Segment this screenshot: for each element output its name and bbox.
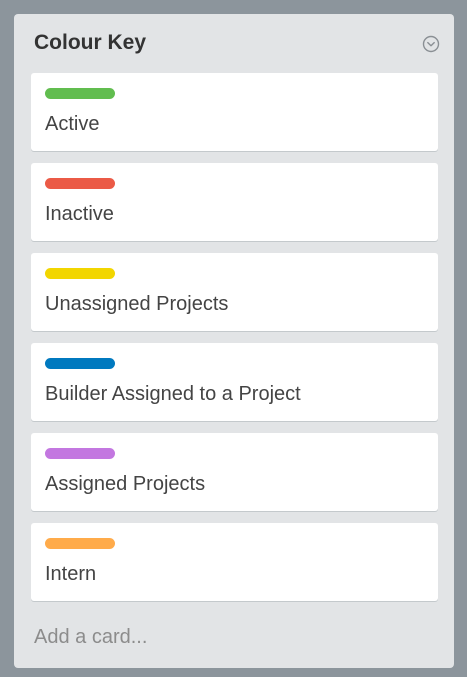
red-label bbox=[45, 178, 115, 189]
card-assigned-projects[interactable]: Assigned Projects bbox=[31, 433, 438, 511]
card-title: Assigned Projects bbox=[45, 473, 206, 495]
green-label bbox=[45, 88, 115, 99]
list-header: Colour Key bbox=[14, 14, 454, 72]
card-builder-assigned[interactable]: Builder Assigned to a Project bbox=[31, 343, 438, 421]
add-card-button[interactable]: Add a card... bbox=[34, 626, 147, 649]
card-unassigned-projects[interactable]: Unassigned Projects bbox=[31, 253, 438, 331]
card-title: Inactive bbox=[45, 203, 114, 225]
card-title: Unassigned Projects bbox=[45, 293, 229, 315]
card-title: Active bbox=[45, 113, 100, 135]
orange-label bbox=[45, 538, 115, 549]
card-list: Active Inactive Unassigned Projects Buil… bbox=[31, 73, 438, 613]
purple-label bbox=[45, 448, 115, 459]
card-intern[interactable]: Intern bbox=[31, 523, 438, 601]
yellow-label bbox=[45, 268, 115, 279]
card-title: Builder Assigned to a Project bbox=[45, 383, 301, 405]
card-title: Intern bbox=[45, 563, 97, 585]
blue-label bbox=[45, 358, 115, 369]
colour-key-list: Colour Key Active Inactive Unassigned Pr… bbox=[14, 14, 454, 668]
card-active[interactable]: Active bbox=[31, 73, 438, 151]
card-inactive[interactable]: Inactive bbox=[31, 163, 438, 241]
chevron-down-circle-icon[interactable] bbox=[422, 35, 440, 53]
list-title[interactable]: Colour Key bbox=[34, 31, 146, 55]
